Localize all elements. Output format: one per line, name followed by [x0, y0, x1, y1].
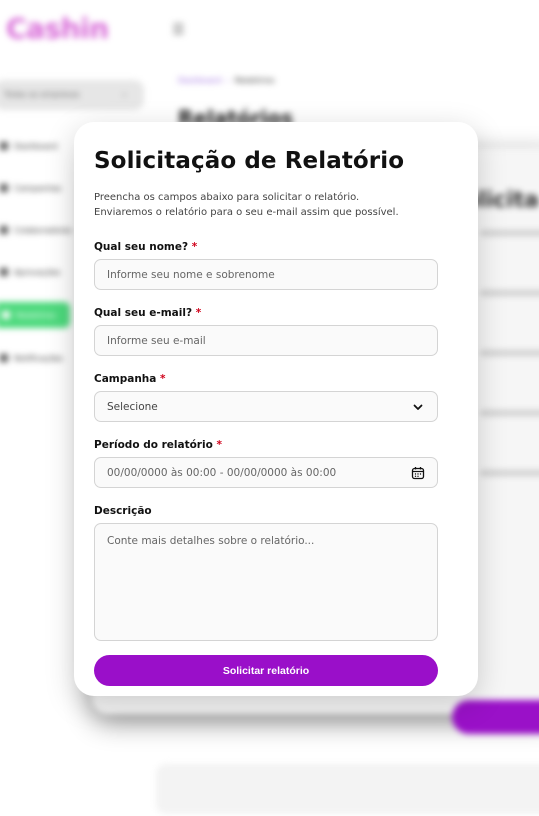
check-icon — [0, 268, 8, 276]
background-footer — [156, 764, 539, 814]
app-logo: Cashin — [6, 12, 109, 45]
description-placeholder: Conte mais detalhes sobre o relatório... — [107, 535, 315, 547]
chevron-down-icon — [411, 400, 425, 414]
period-input[interactable]: 00/00/0000 às 00:00 - 00/00/0000 às 00:0… — [94, 457, 438, 488]
breadcrumb: Dashboard › Relatórios — [178, 76, 275, 85]
report-request-modal: Solicitação de Relatório Preencha os cam… — [74, 122, 478, 696]
email-placeholder: Informe seu e-mail — [107, 334, 206, 347]
modal-subtitle-line-2: Enviaremos o relatório para o seu e-mail… — [94, 207, 399, 218]
bell-icon — [0, 354, 8, 362]
description-label: Descrição — [94, 505, 152, 517]
period-placeholder: 00/00/0000 às 00:00 - 00/00/0000 às 00:0… — [107, 466, 337, 479]
modal-title: Solicitação de Relatório — [94, 148, 405, 174]
calendar-icon[interactable] — [411, 466, 425, 480]
sidebar-item-collaborators[interactable]: Colaboradores — [0, 222, 80, 238]
background-modal-fields — [480, 230, 539, 530]
required-mark: * — [216, 439, 222, 451]
name-placeholder: Informe seu nome e sobrenome — [107, 268, 275, 281]
dashboard-icon — [0, 142, 8, 150]
sidebar-item-dashboard[interactable]: Dashboard — [0, 138, 80, 154]
users-icon — [0, 226, 8, 234]
sidebar-nav: Dashboard Campanhas Colaboradores Aprova… — [0, 138, 80, 392]
description-field-group: Descrição Conte mais detalhes sobre o re… — [94, 504, 458, 641]
email-input[interactable]: Informe seu e-mail — [94, 325, 438, 356]
name-field-group: Qual seu nome? * Informe seu nome e sobr… — [94, 240, 458, 290]
request-report-button[interactable]: Solicitar relatório — [94, 655, 438, 686]
name-input[interactable]: Informe seu nome e sobrenome — [94, 259, 438, 290]
sidebar-item-notifications[interactable]: Notificações — [0, 350, 80, 366]
sidebar-item-campaigns[interactable]: Campanhas — [0, 180, 80, 196]
modal-subtitle-line-1: Preencha os campos abaixo para solicitar… — [94, 192, 360, 203]
period-field-group: Período do relatório * 00/00/0000 às 00:… — [94, 438, 458, 488]
required-mark: * — [195, 307, 202, 319]
company-select-value: Todas as empresas — [4, 90, 80, 99]
modal-subtitle: Preencha os campos abaixo para solicitar… — [94, 190, 458, 220]
campaign-select[interactable]: Selecione — [94, 391, 438, 422]
breadcrumb-home[interactable]: Dashboard — [178, 76, 221, 85]
campaign-selected-value: Selecione — [107, 400, 158, 413]
campaign-label: Campanha * — [94, 373, 166, 385]
name-label: Qual seu nome? * — [94, 241, 198, 253]
email-label: Qual seu e-mail? * — [94, 307, 202, 319]
campaign-field-group: Campanha * Selecione — [94, 372, 458, 422]
report-icon — [2, 311, 10, 319]
email-field-group: Qual seu e-mail? * Informe seu e-mail — [94, 306, 458, 356]
required-mark: * — [191, 241, 198, 253]
description-textarea[interactable]: Conte mais detalhes sobre o relatório... — [94, 523, 438, 641]
campaign-icon — [0, 184, 8, 192]
period-label: Período do relatório * — [94, 439, 222, 451]
chevron-down-icon: ⌄ — [120, 89, 128, 99]
breadcrumb-current: Relatórios — [234, 76, 275, 85]
sidebar-item-reports[interactable]: Relatórios — [0, 302, 70, 328]
background-submit-button — [452, 700, 539, 734]
menu-toggle-icon[interactable]: ☰ — [172, 22, 185, 38]
sidebar-item-approvals[interactable]: Aprovações — [0, 264, 80, 280]
required-mark: * — [160, 373, 166, 385]
company-select[interactable]: Todas as empresas ⌄ — [0, 80, 144, 110]
